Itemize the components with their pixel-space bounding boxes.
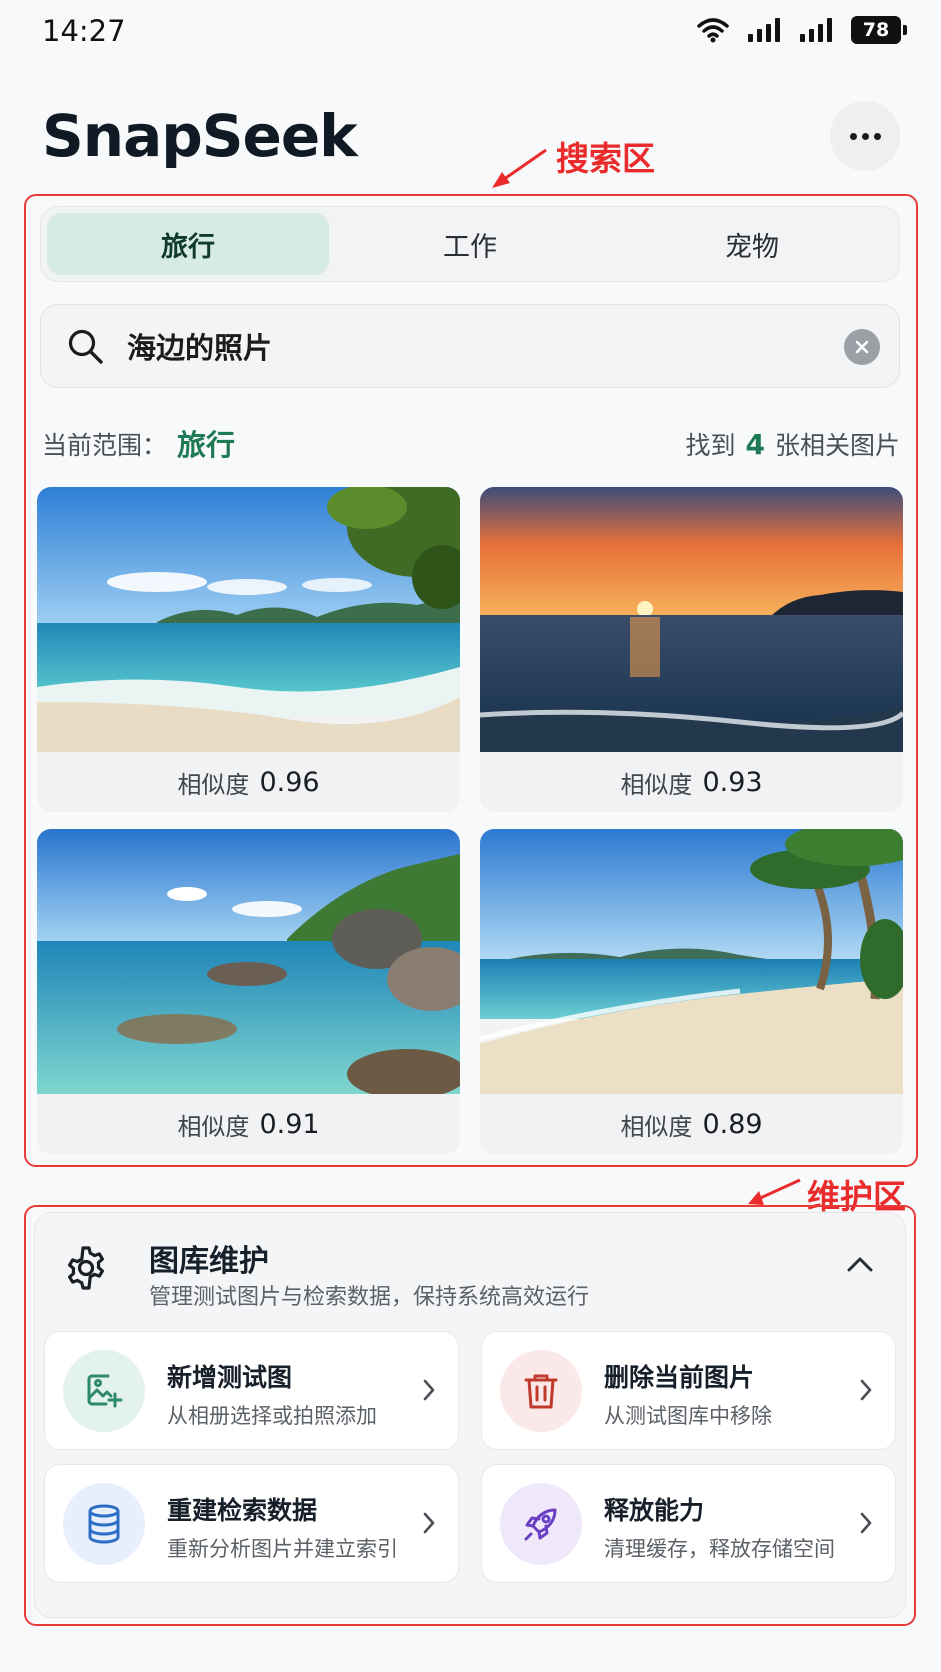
scope-value: 旅行 — [177, 428, 236, 462]
result-card[interactable]: 相似度 0.91 — [37, 829, 460, 1154]
similarity-caption: 相似度 0.96 — [37, 755, 460, 809]
action-description: 清理缓存，释放存储空间 — [604, 1537, 835, 1561]
similarity-label: 相似度 — [177, 770, 250, 799]
status-time: 14:27 — [42, 14, 126, 48]
scope-label: 当前范围： — [42, 431, 168, 460]
maintenance-subtitle: 管理测试图片与检索数据，保持系统高效运行 — [149, 1285, 590, 1310]
similarity-caption: 相似度 0.93 — [480, 755, 903, 809]
add-image-icon — [63, 1350, 145, 1432]
rocky-beach-photo — [37, 829, 460, 1094]
similarity-value: 0.93 — [702, 766, 763, 798]
status-bar: 14:27 78 — [0, 0, 941, 70]
database-icon — [63, 1483, 145, 1565]
rocket-icon — [500, 1483, 582, 1565]
result-count-prefix: 找到 — [685, 431, 736, 460]
action-description: 重新分析图片并建立索引 — [167, 1537, 398, 1561]
similarity-label: 相似度 — [620, 770, 693, 799]
clear-search-button[interactable] — [844, 329, 880, 365]
annotation-arrow-icon — [492, 148, 547, 188]
maintenance-title: 图库维护 — [149, 1244, 269, 1279]
search-icon — [68, 329, 103, 364]
action-description: 从相册选择或拍照添加 — [167, 1404, 377, 1428]
search-bar — [40, 304, 900, 388]
tab-work[interactable]: 工作 — [329, 213, 611, 275]
result-card[interactable]: 相似度 0.96 — [37, 487, 460, 812]
battery-indicator: 78 — [851, 16, 907, 44]
action-title: 删除当前图片 — [604, 1363, 755, 1392]
add-test-image-button[interactable]: 新增测试图 从相册选择或拍照添加 — [44, 1331, 459, 1450]
trash-icon — [500, 1350, 582, 1432]
more-dot-icon — [849, 132, 857, 140]
signal-icon — [800, 18, 832, 42]
tab-travel[interactable]: 旅行 — [47, 213, 329, 275]
result-card[interactable]: 相似度 0.93 — [480, 487, 903, 812]
action-title: 重建检索数据 — [167, 1496, 318, 1525]
search-input[interactable] — [127, 323, 767, 369]
annotation-arrow-icon — [748, 1178, 801, 1205]
category-tabs: 旅行 工作 宠物 — [40, 206, 900, 282]
chevron-right-icon — [423, 1512, 435, 1534]
action-title: 新增测试图 — [167, 1363, 293, 1392]
free-storage-button[interactable]: 释放能力 清理缓存，释放存储空间 — [481, 1464, 896, 1583]
beach-photo — [37, 487, 460, 752]
status-icons: 78 — [697, 16, 907, 44]
chevron-right-icon — [423, 1379, 435, 1401]
maintenance-panel: 图库维护 管理测试图片与检索数据，保持系统高效运行 新增测试图 从相册选择或拍照… — [34, 1212, 906, 1618]
result-count: 找到 4 张相关图片 — [685, 426, 900, 462]
similarity-value: 0.96 — [259, 766, 320, 798]
similarity-caption: 相似度 0.89 — [480, 1097, 903, 1151]
rebuild-index-button[interactable]: 重建检索数据 重新分析图片并建立索引 — [44, 1464, 459, 1583]
wifi-icon — [697, 18, 729, 43]
similarity-label: 相似度 — [177, 1112, 250, 1141]
chevron-right-icon — [860, 1512, 872, 1534]
chevron-right-icon — [860, 1379, 872, 1401]
similarity-caption: 相似度 0.91 — [37, 1097, 460, 1151]
annotation-search-label: 搜索区 — [556, 139, 655, 178]
chevron-up-icon[interactable] — [847, 1255, 873, 1273]
similarity-value: 0.89 — [702, 1108, 763, 1140]
gear-icon — [68, 1246, 104, 1290]
tab-pets[interactable]: 宠物 — [611, 213, 893, 275]
result-card[interactable]: 相似度 0.89 — [480, 829, 903, 1154]
sunset-photo — [480, 487, 903, 752]
close-icon — [855, 340, 869, 354]
scope-row: 当前范围： 旅行 找到 4 张相关图片 — [42, 422, 900, 462]
similarity-label: 相似度 — [620, 1112, 693, 1141]
more-options-button[interactable] — [830, 101, 900, 171]
result-count-suffix: 张相关图片 — [774, 431, 900, 460]
action-description: 从测试图库中移除 — [604, 1404, 772, 1428]
action-title: 释放能力 — [604, 1496, 705, 1525]
result-count-number: 4 — [745, 428, 765, 461]
more-dot-icon — [861, 132, 869, 140]
palm-beach-photo — [480, 829, 903, 1094]
app-title: SnapSeek — [42, 102, 358, 170]
signal-icon — [748, 18, 780, 42]
delete-image-button[interactable]: 删除当前图片 从测试图库中移除 — [481, 1331, 896, 1450]
more-dot-icon — [873, 132, 881, 140]
similarity-value: 0.91 — [259, 1108, 320, 1140]
